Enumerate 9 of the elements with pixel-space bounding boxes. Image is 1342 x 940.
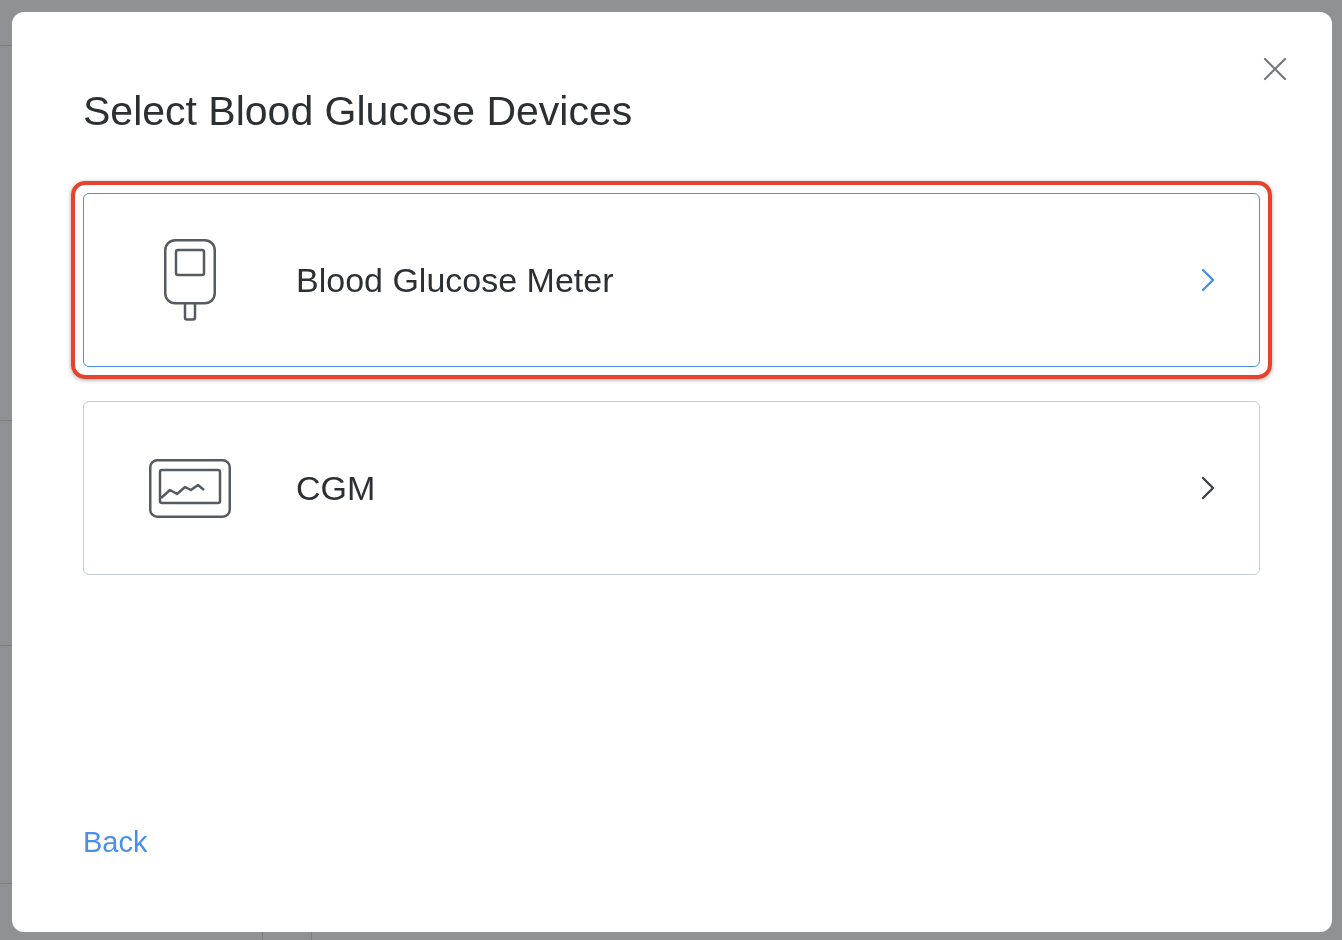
monitor-graph-icon bbox=[149, 458, 231, 518]
chevron-right-icon bbox=[1201, 268, 1215, 292]
close-icon bbox=[1263, 57, 1287, 81]
dialog-title: Select Blood Glucose Devices bbox=[83, 87, 633, 135]
close-button[interactable] bbox=[1263, 57, 1287, 81]
device-option[interactable]: Blood Glucose Meter bbox=[83, 193, 1260, 367]
chevron-right-icon bbox=[1201, 476, 1215, 500]
handheld-device-icon bbox=[164, 239, 216, 321]
device-option[interactable]: CGM bbox=[83, 401, 1260, 575]
